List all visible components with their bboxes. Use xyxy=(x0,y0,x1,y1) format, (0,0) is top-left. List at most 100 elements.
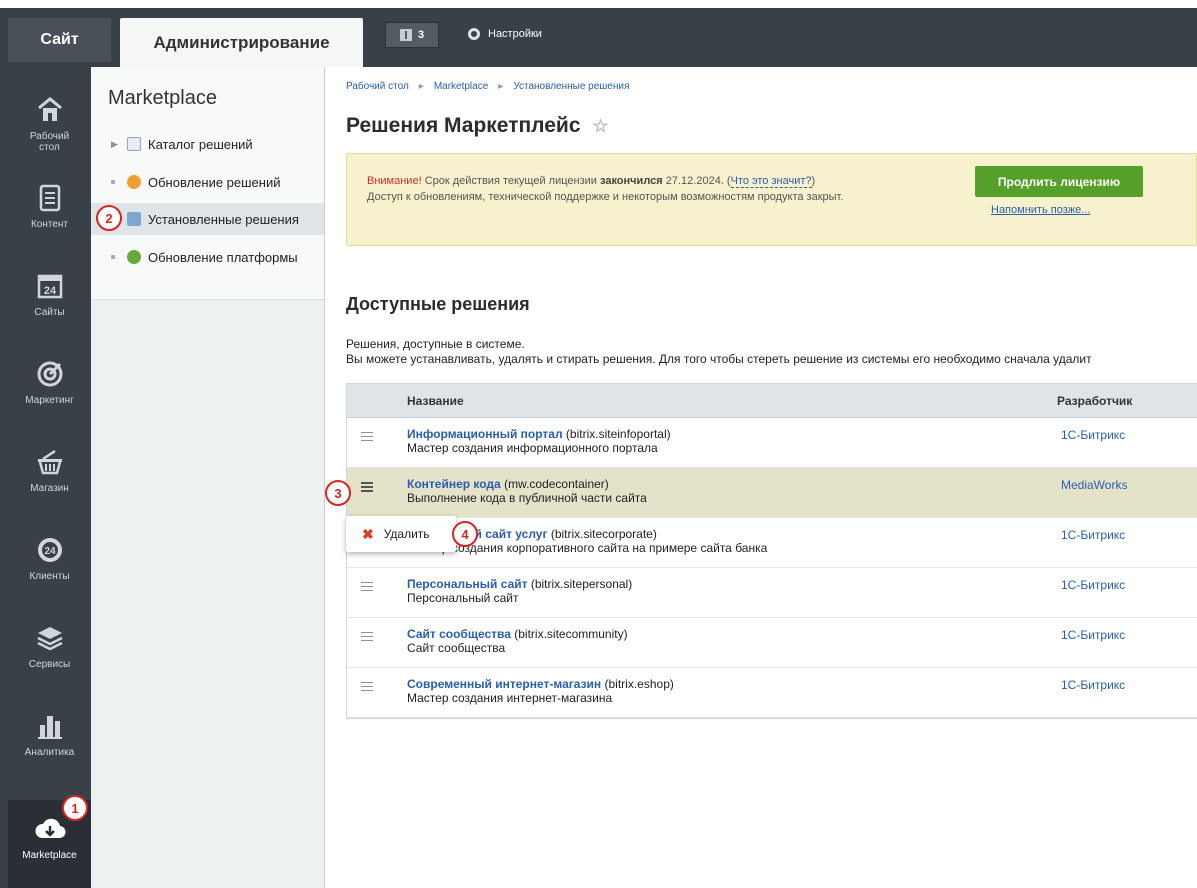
submenu-item-installed-solutions[interactable]: Установленные решения xyxy=(91,203,324,235)
submenu-item-label: Каталог решений xyxy=(148,136,253,152)
marketplace-submenu: Marketplace ▶ Каталог решений Обновление… xyxy=(91,67,325,888)
breadcrumb-item[interactable]: Рабочий стол xyxy=(346,81,409,92)
row-menu-icon[interactable] xyxy=(361,682,373,692)
annotation-marker-2: 2 xyxy=(96,205,122,231)
solution-name-link[interactable]: Информационный портал xyxy=(407,427,563,441)
sidebar-item-clients[interactable]: 24 Клиенты xyxy=(8,521,91,609)
solution-cell: Современный интернет-магазин (bitrix.esh… xyxy=(407,677,674,705)
submenu-item-catalog[interactable]: ▶ Каталог решений xyxy=(91,128,324,160)
notifications-button[interactable]: 3 xyxy=(385,22,439,48)
sidebar-item-content[interactable]: Контент xyxy=(8,169,91,257)
solution-cell: Контейнер кода (mw.codecontainer) Выполне… xyxy=(407,477,647,505)
gear-icon xyxy=(468,28,480,40)
submenu-item-solutions-update[interactable]: Обновление решений xyxy=(91,166,324,198)
svg-text:24: 24 xyxy=(43,285,56,297)
solution-code: (bitrix.eshop) xyxy=(601,677,674,691)
sidebar-item-shop[interactable]: Магазин xyxy=(8,433,91,521)
sidebar-label: Маркетинг xyxy=(25,395,74,406)
developer-link[interactable]: 1С-Битрикс xyxy=(1061,628,1125,642)
breadcrumb-item[interactable]: Установленные решения xyxy=(513,81,629,92)
solution-cell: ный сайт услуг (bitrix.sitecorporate) xyxy=(457,527,657,541)
solution-name-link[interactable]: Персональный сайт xyxy=(407,577,528,591)
sidebar-label: Сайты xyxy=(34,307,65,318)
solution-name-link[interactable]: Современный интернет-магазин xyxy=(407,677,601,691)
submenu-title: Marketplace xyxy=(108,87,217,109)
sidebar-item-services[interactable]: Сервисы xyxy=(8,609,91,697)
bar-chart-icon xyxy=(33,709,67,743)
tab-site[interactable]: Сайт xyxy=(8,18,111,62)
alert-line2: Доступ к обновлениям, технической поддер… xyxy=(367,191,844,203)
catalog-icon xyxy=(127,137,141,151)
renew-license-button[interactable]: Продлить лицензию xyxy=(975,166,1143,197)
submenu-item-label: Обновление платформы xyxy=(148,249,298,265)
solution-code: (bitrix.sitecommunity) xyxy=(510,627,628,641)
sidebar-label: Контент xyxy=(30,219,69,230)
developer-link[interactable]: 1С-Битрикс xyxy=(1061,528,1125,542)
table-row[interactable]: Персональный сайт (bitrix.sitepersonal) П… xyxy=(347,568,1197,618)
platform-update-icon xyxy=(127,250,141,264)
solution-code: (mw.codecontainer) xyxy=(500,477,609,491)
sidebar-label: Сервисы xyxy=(28,659,71,670)
solutions-table: Название Разработчик Информационный порт… xyxy=(346,383,1197,719)
solution-cell: Сайт сообщества (bitrix.sitecommunity) Са… xyxy=(407,627,628,655)
alert-text-part: 27.12.2024. ( xyxy=(662,175,731,187)
alert-ended: закончился xyxy=(600,175,663,187)
alert-text: Внимание! Срок действия текущей лицензии… xyxy=(367,173,937,205)
sidebar-item-sites[interactable]: 24 Сайты xyxy=(8,257,91,345)
expand-arrow-icon[interactable]: ▶ xyxy=(111,139,121,150)
table-row[interactable]: Современный интернет-магазин (bitrix.esh… xyxy=(347,668,1197,718)
table-row[interactable]: Сайт сообщества (bitrix.sitecommunity) Са… xyxy=(347,618,1197,668)
solution-name-link[interactable]: Сайт сообщества xyxy=(407,627,511,641)
developer-link[interactable]: 1С-Битрикс xyxy=(1061,678,1125,692)
solution-name-link[interactable]: Контейнер кода xyxy=(407,477,501,491)
developer-link[interactable]: 1С-Битрикс xyxy=(1061,428,1125,442)
breadcrumb: Рабочий стол ▸ Marketplace ▸ Установленн… xyxy=(346,81,629,92)
sidebar-item-desktop[interactable]: Рабочий стол xyxy=(8,81,91,169)
solution-description: Мастер создания интернет-магазина xyxy=(407,691,613,705)
update-icon xyxy=(127,175,141,189)
row-menu-icon[interactable] xyxy=(361,482,373,492)
submenu-item-label: Обновление решений xyxy=(148,174,281,190)
row-menu-icon[interactable] xyxy=(361,432,373,442)
delete-menu-item[interactable]: Удалить xyxy=(384,527,430,541)
table-row[interactable]: Контейнер кода (mw.codecontainer) Выполне… xyxy=(347,468,1197,518)
submenu-panel: Marketplace ▶ Каталог решений Обновление… xyxy=(91,67,324,300)
document-icon xyxy=(33,181,67,215)
settings-button[interactable]: Настройки xyxy=(468,24,542,44)
sidebar-label: Рабочий стол xyxy=(29,131,70,153)
what-does-it-mean-link[interactable]: Что это значит? xyxy=(730,175,812,188)
column-header-developer[interactable]: Разработчик xyxy=(1057,394,1132,408)
table-row[interactable]: Информационный портал (bitrix.siteinfopo… xyxy=(347,418,1197,468)
breadcrumb-item[interactable]: Marketplace xyxy=(434,81,488,92)
row-context-menu: ✖ Удалить xyxy=(346,516,456,552)
notifications-count: 3 xyxy=(417,29,425,41)
sidebar-item-analytics[interactable]: Аналитика xyxy=(8,697,91,785)
solution-description: Персональный сайт xyxy=(407,591,519,605)
sidebar-label: Marketplace xyxy=(22,850,77,861)
basket-icon xyxy=(33,445,67,479)
sidebar-item-marketing[interactable]: Маркетинг xyxy=(8,345,91,433)
page-title-text: Решения Маркетплейс xyxy=(346,114,581,137)
column-header-name[interactable]: Название xyxy=(407,394,464,408)
cloud-download-icon xyxy=(33,812,67,846)
tab-administration[interactable]: Администрирование xyxy=(120,18,363,67)
annotation-marker-4: 4 xyxy=(452,521,478,547)
row-menu-icon[interactable] xyxy=(361,632,373,642)
developer-link[interactable]: 1С-Битрикс xyxy=(1061,578,1125,592)
target-icon xyxy=(33,357,67,391)
bullet-icon xyxy=(111,255,121,259)
solution-cell: Информационный портал (bitrix.siteinfopo… xyxy=(407,427,671,455)
breadcrumb-separator-icon: ▸ xyxy=(498,81,504,92)
alert-text-part: ) xyxy=(811,175,816,187)
annotation-marker-3: 3 xyxy=(325,480,351,506)
solution-code: (bitrix.siteinfoportal) xyxy=(562,427,671,441)
page-title: Решения Маркетплейс ☆ xyxy=(346,114,609,138)
remind-later-link[interactable]: Напомнить позже... xyxy=(991,204,1090,216)
developer-link[interactable]: MediaWorks xyxy=(1061,478,1127,492)
calendar-24-icon: 24 xyxy=(33,269,67,303)
star-icon[interactable]: ☆ xyxy=(593,116,609,137)
submenu-item-label: Установленные решения xyxy=(148,211,299,227)
submenu-item-platform-update[interactable]: Обновление платформы xyxy=(91,241,324,273)
alert-text-part: Срок действия текущей лицензии xyxy=(421,175,600,187)
row-menu-icon[interactable] xyxy=(361,582,373,592)
